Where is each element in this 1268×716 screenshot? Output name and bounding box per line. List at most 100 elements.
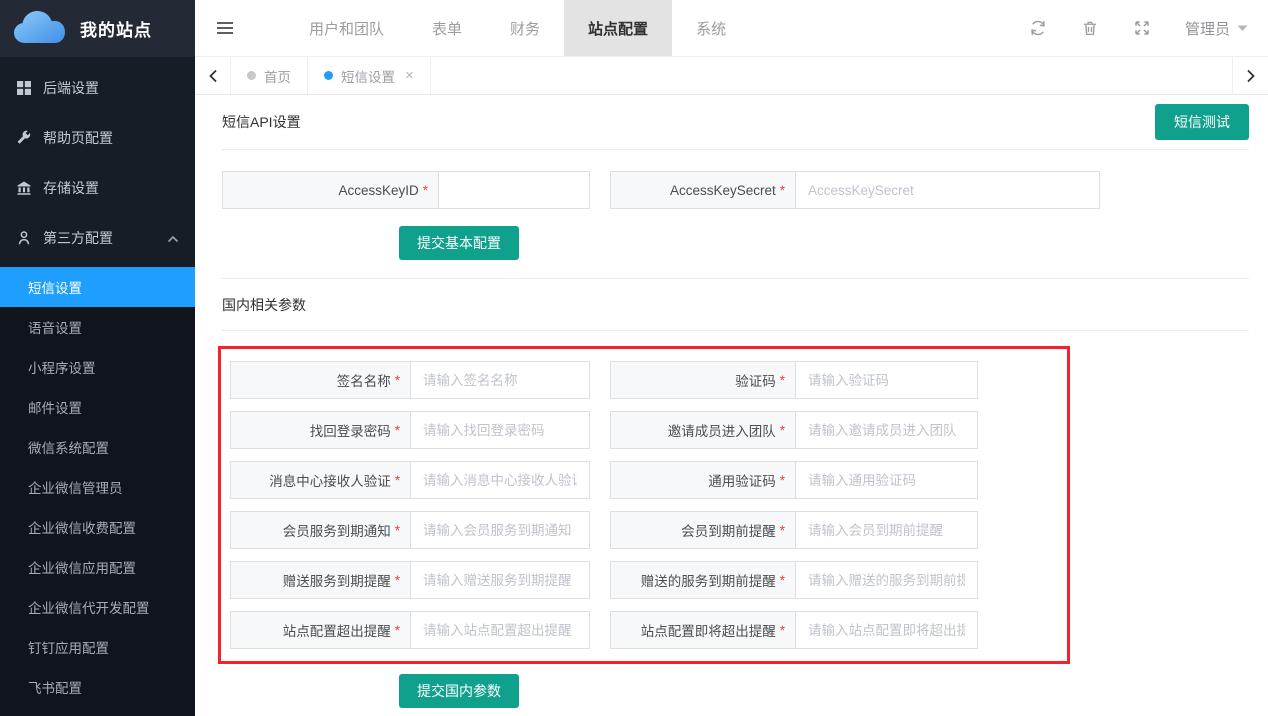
required-mark: * [780,473,785,488]
submenu-item-voice-settings[interactable]: 语音设置 [0,307,195,347]
submit-basic-config-button[interactable]: 提交基本配置 [399,226,519,260]
sidebar-item-backend-settings[interactable]: 后端设置 [0,63,195,113]
site-config-exceed-reminder-input[interactable] [411,612,589,648]
caret-down-icon [1237,25,1248,32]
api-section-header: 短信API设置 短信测试 [222,95,1249,150]
accesskeysecret-input[interactable] [796,172,1099,208]
member-service-expiry-notice-input[interactable] [411,512,589,548]
site-config-about-to-exceed-reminder-input[interactable] [796,612,977,648]
sms-test-button[interactable]: 短信测试 [1155,104,1249,140]
required-mark: * [780,373,785,388]
tabs-scroll-left-icon[interactable] [195,57,231,94]
menu-toggle-icon[interactable] [195,0,255,56]
accesskeyid-input[interactable] [439,172,589,208]
field-label: 赠送的服务到期前提醒* [611,562,796,598]
cloud-logo-icon [10,7,68,50]
submenu-item-mail-settings[interactable]: 邮件设置 [0,387,195,427]
sidebar-item-storage-settings[interactable]: 存储设置 [0,163,195,213]
message-center-receiver-input[interactable] [411,462,589,498]
api-submit-row: 提交基本配置 [222,226,1249,260]
required-mark: * [780,423,785,438]
general-verify-code-input[interactable] [796,462,977,498]
sidebar: 我的站点 后端设置 帮助页配置 [0,0,195,716]
form-field-gift-service-expiry-reminder: 赠送服务到期提醒* [230,561,590,599]
required-mark: * [780,523,785,538]
fullscreen-icon[interactable] [1133,19,1151,37]
form-field-member-service-expiry-notice: 会员服务到期通知 * [230,511,590,549]
sidebar-item-third-party-config[interactable]: 第三方配置 [0,213,195,263]
field-label-text: AccessKeyID [338,183,418,198]
field-label-text: 签名名称 [337,370,391,390]
required-mark: * [780,623,785,638]
submit-domestic-params-button[interactable]: 提交国内参数 [399,674,519,708]
required-mark: * [395,423,400,438]
form-field-accesskeysecret: AccessKeySecret * [610,171,1100,209]
tab-sms-settings[interactable]: 短信设置 × [308,57,431,94]
trash-icon[interactable] [1081,19,1099,37]
nav-label: 用户和团队 [309,18,384,39]
main-area: 用户和团队 表单 财务 站点配置 系统 [195,0,1268,716]
required-mark: * [395,573,400,588]
nav-item-finance[interactable]: 财务 [486,0,564,56]
form-field-message-center-receiver: 消息中心接收人验证 * [230,461,590,499]
nav-item-site-config[interactable]: 站点配置 [564,0,672,56]
field-label: 签名名称 * [231,362,411,398]
field-label: AccessKeySecret * [611,172,796,208]
invite-member-input[interactable] [796,412,977,448]
required-mark: * [395,523,400,538]
gift-service-pre-expiry-reminder-input[interactable] [796,562,977,598]
sidebar-item-label: 后端设置 [43,78,99,98]
tabs-scroll-right-icon[interactable] [1232,57,1268,94]
site-title: 我的站点 [80,16,152,41]
top-navbar: 用户和团队 表单 财务 站点配置 系统 [195,0,1268,57]
form-field-invite-member: 邀请成员进入团队* [610,411,978,449]
submenu-item-wecom-admin[interactable]: 企业微信管理员 [0,467,195,507]
tab-home[interactable]: 首页 [231,57,308,94]
retrieve-password-input[interactable] [411,412,589,448]
submenu-item-feishu-config[interactable]: 飞书配置 [0,667,195,707]
navbar-tools: 管理员 [1029,0,1268,56]
sidebar-item-help-page-config[interactable]: 帮助页配置 [0,113,195,163]
nav-item-users-teams[interactable]: 用户和团队 [285,0,408,56]
verify-code-input[interactable] [796,362,977,398]
tab-bar-spacer [431,57,1232,94]
close-icon[interactable]: × [405,68,414,83]
highlight-box: 签名名称* 验证码* 找回登录密码* 邀请成员进入团队* [218,346,1070,664]
submenu-item-wecom-billing-config[interactable]: 企业微信收费配置 [0,507,195,547]
gift-service-expiry-reminder-input[interactable] [411,562,589,598]
nav-label: 表单 [432,18,462,39]
submenu-item-wecom-app-config[interactable]: 企业微信应用配置 [0,547,195,587]
sidebar-item-label: 第三方配置 [43,228,113,248]
submenu-label: 语音设置 [28,317,82,337]
tab-label: 短信设置 [341,66,395,86]
api-form-row: AccessKeyID * AccessKeySecret * [222,171,1249,209]
signature-name-input[interactable] [411,362,589,398]
required-mark: * [395,373,400,388]
tab-bar: 首页 短信设置 × [195,57,1268,95]
submenu-item-wechat-system-config[interactable]: 微信系统配置 [0,427,195,467]
member-pre-expiry-reminder-input[interactable] [796,512,977,548]
submenu-item-miniprogram-settings[interactable]: 小程序设置 [0,347,195,387]
wrench-icon [15,130,32,147]
field-label-text: 消息中心接收人验证 [269,470,391,490]
submenu-label: 企业微信代开发配置 [28,597,150,617]
submenu-item-dingtalk-app-config[interactable]: 钉钉应用配置 [0,627,195,667]
refresh-icon[interactable] [1029,19,1047,37]
admin-menu[interactable]: 管理员 [1185,18,1248,39]
submenu-item-sms-settings[interactable]: 短信设置 [0,267,195,307]
submenu-item-wecom-dev-config[interactable]: 企业微信代开发配置 [0,587,195,627]
field-label-text: 会员服务到期通知 [283,520,391,540]
domestic-submit-row: 提交国内参数 [222,674,1249,708]
submenu-label: 飞书配置 [28,677,82,697]
required-mark: * [395,473,400,488]
nav-item-system[interactable]: 系统 [672,0,750,56]
domestic-form-row: 会员服务到期通知 * 会员到期前提醒* [230,511,1067,549]
field-label: 会员服务到期通知 * [231,512,411,548]
nav-item-forms[interactable]: 表单 [408,0,486,56]
form-field-accesskeyid: AccessKeyID * [222,171,590,209]
submenu-label: 微信系统配置 [28,437,109,457]
form-field-member-pre-expiry-reminder: 会员到期前提醒* [610,511,978,549]
domestic-section-header: 国内相关参数 [222,279,1249,331]
field-label-text: AccessKeySecret [670,183,776,198]
domestic-form-row: 找回登录密码* 邀请成员进入团队* [230,411,1067,449]
